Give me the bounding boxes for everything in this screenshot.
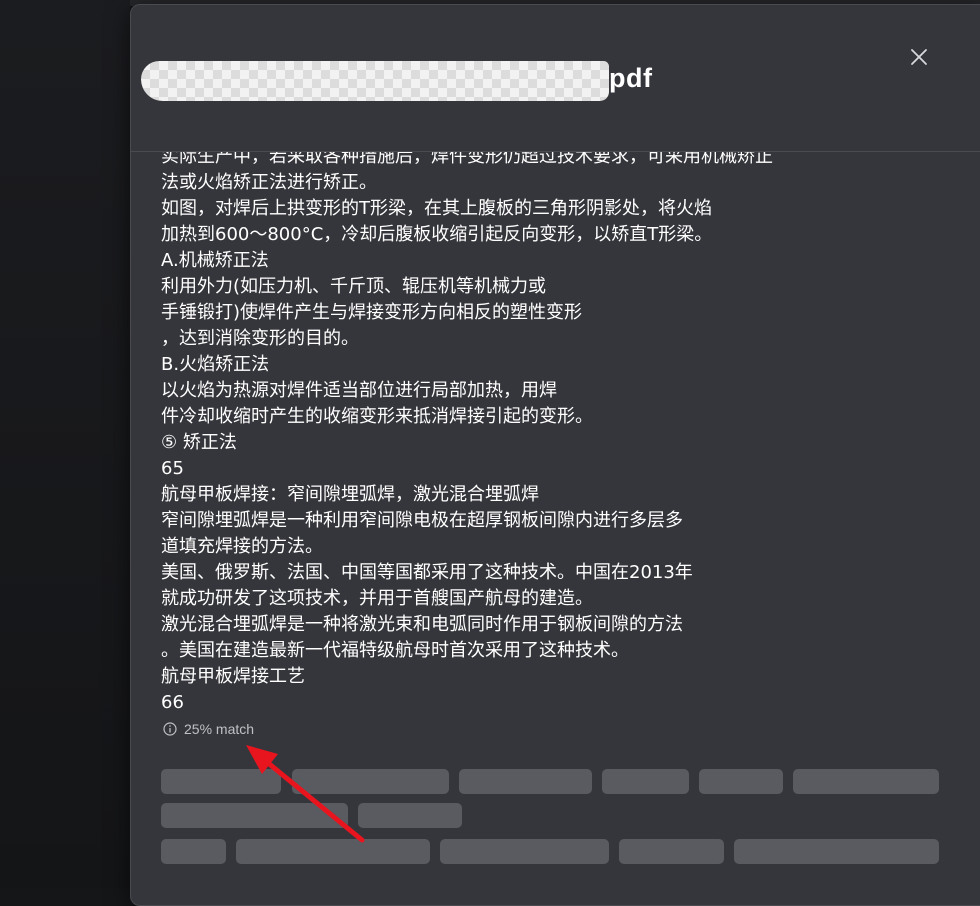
placeholder-chip[interactable] [793, 769, 939, 794]
placeholder-chip[interactable] [292, 769, 449, 794]
file-preview-dialog: pdf 实际生产中，若采取各种措施后，焊件变形仍超过技术要求，可采用机械矫正 法… [130, 4, 980, 906]
text-line: 件冷却收缩时产生的收缩变形来抵消焊接引起的变形。 [161, 404, 861, 430]
text-line: 手锤锻打)使焊件产生与焊接变形方向相反的塑性变形 [161, 300, 861, 326]
placeholder-chip[interactable] [734, 839, 939, 864]
text-line: 利用外力(如压力机、千斤顶、辊压机等机械力或 [161, 274, 861, 300]
match-info: 25% match [163, 719, 254, 739]
placeholder-chip[interactable] [236, 839, 430, 864]
placeholder-chip[interactable] [161, 839, 226, 864]
text-line: 窄间隙埋弧焊是一种利用窄间隙电极在超厚钢板间隙内进行多层多 [161, 508, 861, 534]
text-line: 以火焰为热源对焊件适当部位进行局部加热，用焊 [161, 378, 861, 404]
match-percentage: 25% match [184, 721, 254, 737]
dialog-title: pdf [609, 63, 652, 94]
text-line: 航母甲板焊接：窄间隙埋弧焊，激光混合埋弧焊 [161, 482, 861, 508]
text-line: 美国、俄罗斯、法国、中国等国都采用了这种技术。中国在2013年 [161, 560, 861, 586]
redacted-filename [141, 61, 609, 101]
close-button[interactable] [903, 41, 935, 73]
placeholder-chip[interactable] [459, 769, 592, 794]
text-line: ⑤ 矫正法 [161, 430, 861, 456]
text-line: ，达到消除变形的目的。 [161, 326, 861, 352]
text-line: 就成功研发了这项技术，并用于首艘国产航母的建造。 [161, 586, 861, 612]
text-line: A.机械矫正法 [161, 248, 861, 274]
text-line: 66 [161, 690, 861, 716]
placeholder-chip[interactable] [602, 769, 689, 794]
placeholder-chip[interactable] [619, 839, 724, 864]
dialog-header: pdf [131, 5, 980, 152]
text-line: 法或火焰矫正法进行矫正。 [161, 170, 861, 196]
placeholder-chip[interactable] [358, 803, 462, 828]
placeholder-chip[interactable] [161, 769, 281, 794]
document-text-excerpt: 实际生产中，若采取各种措施后，焊件变形仍超过技术要求，可采用机械矫正 法或火焰矫… [161, 144, 861, 716]
placeholder-chip[interactable] [161, 803, 348, 828]
placeholder-chip[interactable] [699, 769, 783, 794]
close-icon [903, 41, 935, 73]
left-background-panel [0, 0, 130, 888]
placeholder-chip[interactable] [440, 839, 609, 864]
text-line: 激光混合埋弧焊是一种将激光束和电弧同时作用于钢板间隙的方法 [161, 612, 861, 638]
text-line: 如图，对焊后上拱变形的T形梁，在其上腹板的三角形阴影处，将火焰 [161, 196, 861, 222]
info-icon [163, 722, 177, 736]
text-line: 。美国在建造最新一代福特级航母时首次采用了这种技术。 [161, 638, 861, 664]
text-line: 65 [161, 456, 861, 482]
text-line: 航母甲板焊接工艺 [161, 664, 861, 690]
text-line: 道填充焊接的方法。 [161, 534, 861, 560]
text-line: B.火焰矫正法 [161, 352, 861, 378]
text-line: 加热到600～800°C，冷却后腹板收缩引起反向变形，以矫直T形梁。 [161, 222, 861, 248]
